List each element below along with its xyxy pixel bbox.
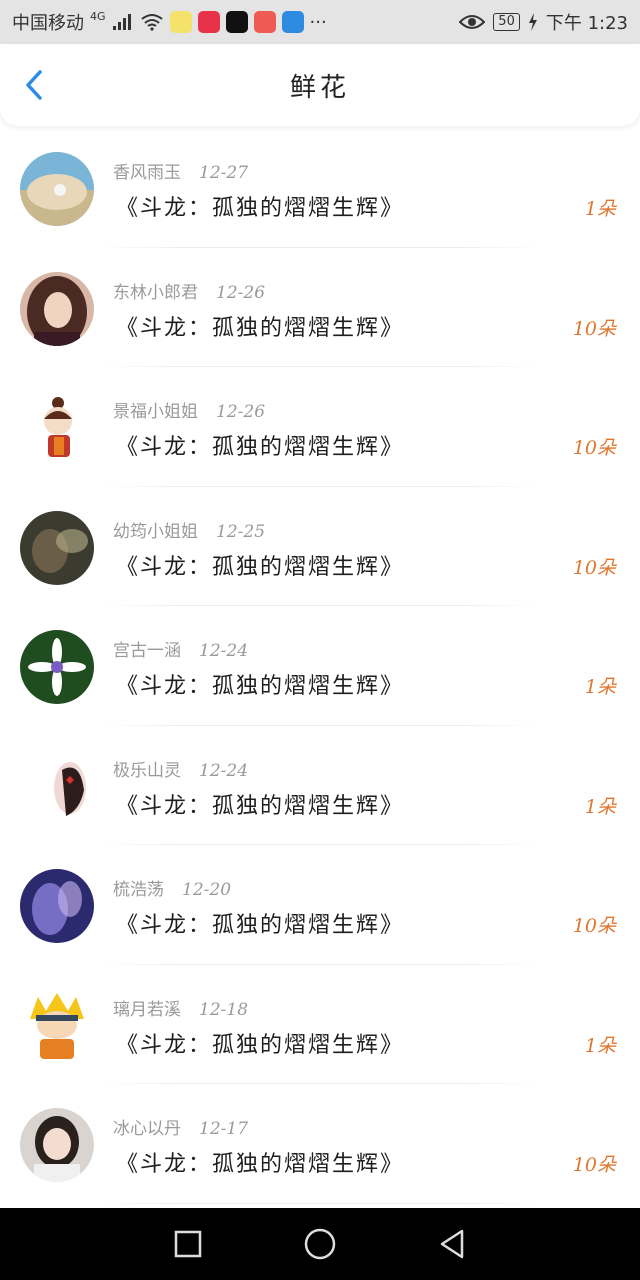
date-label: 12-20 [182, 880, 232, 900]
date-label: 12-17 [199, 1119, 249, 1139]
triangle-back-icon [440, 1229, 464, 1259]
eye-icon [459, 15, 486, 29]
system-nav-bar [0, 1208, 640, 1280]
back-nav-button[interactable] [432, 1224, 472, 1264]
date-label: 12-24 [199, 760, 249, 781]
sender-name: 宫古一涵 [113, 641, 181, 661]
book-title: 《斗龙：孤独的熠熠生辉》 [116, 913, 405, 938]
avatar[interactable] [20, 869, 94, 943]
flower-list: 香风雨玉 12-27 《斗龙：孤独的熠熠生辉》 1朵 东林小郎君 12-26 《斗龙… [0, 128, 640, 1204]
avatar[interactable] [20, 1108, 94, 1182]
sender-name: 冰心以丹 [113, 1119, 181, 1139]
flower-count: 1朵 [584, 795, 616, 818]
clock: 下午 1:23 [545, 13, 628, 34]
avatar[interactable] [20, 271, 94, 346]
status-bar: 中国移动 4G ··· 50 下午 1:23 [0, 0, 640, 44]
book-title: 《斗龙：孤独的熠熠生辉》 [116, 554, 405, 580]
date-label: 12-26 [216, 282, 266, 303]
flower-count: 10朵 [572, 915, 616, 937]
chevron-left-icon [26, 70, 42, 100]
avatar[interactable] [20, 510, 94, 585]
sender-name: 东林小郎君 [113, 282, 198, 303]
sender-name: 幼筠小姐姐 [113, 521, 198, 542]
avatar[interactable] [20, 391, 94, 465]
flower-count: 10朵 [572, 556, 616, 579]
date-label: 12-25 [216, 521, 266, 542]
date-label: 12-26 [216, 402, 266, 422]
list-item[interactable]: 宫古一涵 12-24 《斗龙：孤独的熠熠生辉》 1朵 [0, 606, 640, 726]
book-title: 《斗龙：孤独的熠熠生辉》 [116, 315, 405, 341]
flower-count: 1朵 [584, 1034, 616, 1057]
charging-icon [528, 13, 537, 31]
flower-count: 10朵 [572, 317, 616, 340]
list-item[interactable]: 香风雨玉 12-27 《斗龙：孤独的熠熠生辉》 1朵 [0, 128, 640, 248]
list-item[interactable]: 幼筠小姐姐 12-25 《斗龙：孤独的熠熠生辉》 10朵 [0, 487, 640, 607]
recent-apps-button[interactable] [168, 1224, 208, 1264]
list-item[interactable]: 梳浩荡 12-20 《斗龙：孤独的熠熠生辉》 10朵 [0, 845, 640, 965]
book-title: 《斗龙：孤独的熠熠生辉》 [116, 674, 405, 699]
date-label: 12-24 [199, 641, 249, 661]
signal-icon [112, 14, 131, 30]
top-header: 鲜花 [0, 44, 640, 126]
list-item[interactable]: 璃月若溪 12-18 《斗龙：孤独的熠熠生辉》 1朵 [0, 965, 640, 1085]
book-title: 《斗龙：孤独的熠熠生辉》 [116, 196, 405, 221]
battery-icon: 50 [493, 13, 520, 31]
network-label: 4G [90, 9, 106, 23]
flower-count: 10朵 [572, 437, 616, 459]
sender-name: 景福小姐姐 [113, 402, 198, 422]
sender-name: 梳浩荡 [113, 880, 164, 900]
book-title: 《斗龙：孤独的熠熠生辉》 [116, 1032, 405, 1058]
sender-name: 极乐山灵 [113, 760, 181, 781]
date-label: 12-27 [199, 163, 249, 183]
app-notification-icon [169, 11, 192, 33]
avatar[interactable] [20, 988, 94, 1063]
date-label: 12-18 [199, 999, 249, 1020]
home-button[interactable] [300, 1224, 340, 1264]
sender-name: 璃月若溪 [113, 999, 181, 1020]
tiktok-icon [225, 11, 248, 33]
book-title: 《斗龙：孤独的熠熠生辉》 [116, 435, 405, 460]
app-notification-icon [197, 11, 220, 33]
list-item[interactable]: 东林小郎君 12-26 《斗龙：孤独的熠熠生辉》 10朵 [0, 248, 640, 368]
circle-icon [304, 1228, 336, 1260]
avatar[interactable] [20, 152, 94, 226]
list-item[interactable]: 极乐山灵 12-24 《斗龙：孤独的熠熠生辉》 1朵 [0, 726, 640, 846]
carrier-label: 中国移动 [12, 13, 84, 34]
page-title: 鲜花 [289, 72, 350, 103]
wifi-icon [140, 14, 163, 31]
app-notification-icon [253, 11, 276, 33]
avatar[interactable] [20, 630, 94, 704]
book-title: 《斗龙：孤独的熠熠生辉》 [116, 1152, 405, 1177]
flower-count: 1朵 [584, 198, 616, 220]
app-notification-icon [281, 11, 304, 33]
list-item[interactable]: 冰心以丹 12-17 《斗龙：孤独的熠熠生辉》 10朵 [0, 1084, 640, 1204]
list-item[interactable]: 景福小姐姐 12-26 《斗龙：孤独的熠熠生辉》 10朵 [0, 367, 640, 487]
avatar[interactable] [20, 749, 94, 824]
flower-count: 10朵 [572, 1154, 616, 1176]
more-notifications-icon: ··· [309, 11, 327, 33]
square-icon [174, 1230, 202, 1258]
flower-count: 1朵 [584, 676, 616, 698]
back-button[interactable] [18, 68, 52, 102]
sender-name: 香风雨玉 [113, 163, 181, 183]
book-title: 《斗龙：孤独的熠熠生辉》 [116, 793, 405, 819]
